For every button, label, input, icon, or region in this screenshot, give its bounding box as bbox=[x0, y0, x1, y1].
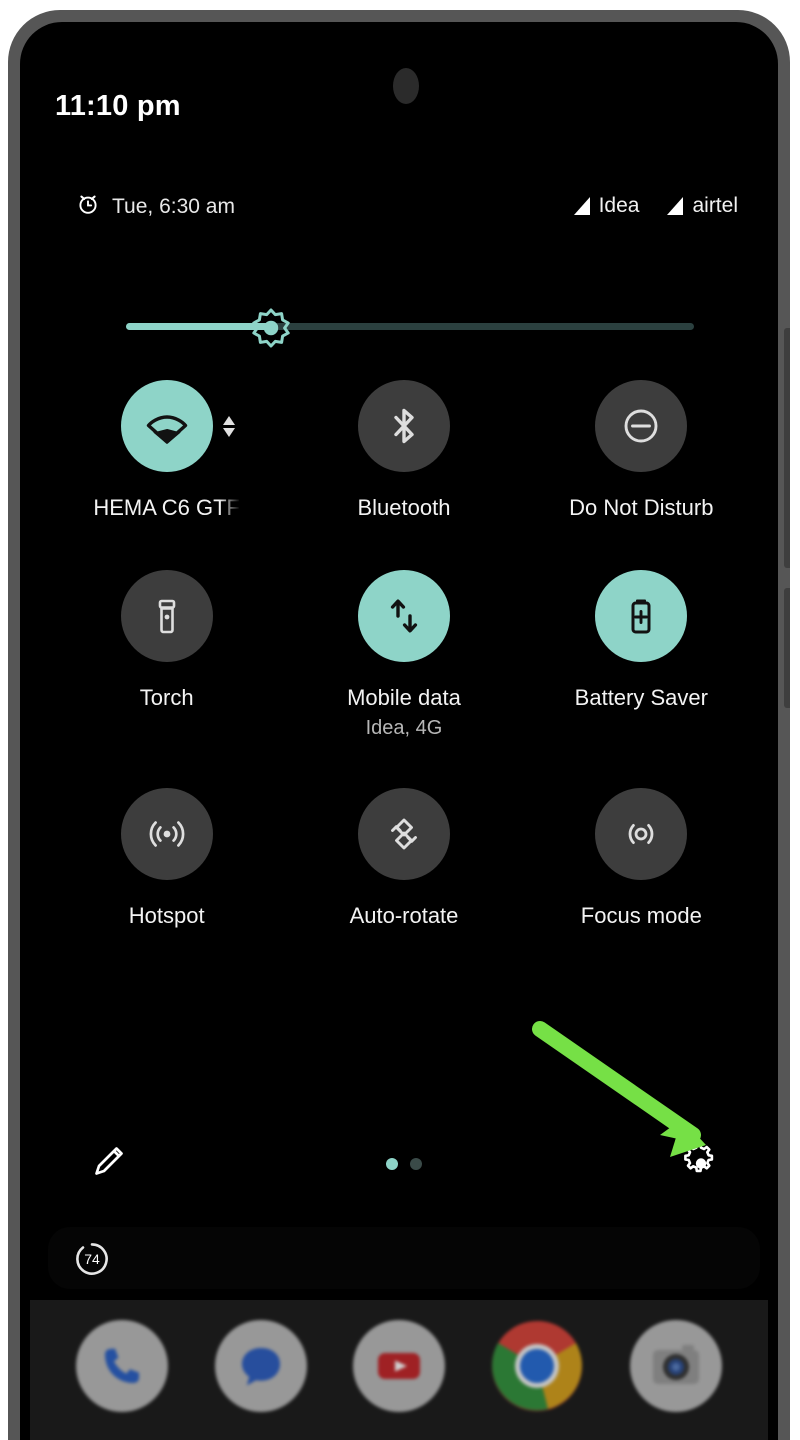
qs-tile-do-not-disturb[interactable]: Do Not Disturb bbox=[523, 380, 760, 522]
carrier-slot-1: Idea bbox=[573, 194, 640, 218]
qs-tile-bluetooth[interactable]: Bluetooth bbox=[285, 380, 522, 522]
signal-bars-icon bbox=[667, 197, 684, 215]
chevron-down-icon bbox=[222, 427, 235, 437]
page-dot-2[interactable] bbox=[410, 1158, 422, 1170]
qs-tile-battery-saver[interactable]: Battery Saver bbox=[523, 569, 760, 741]
chevron-up-icon bbox=[222, 415, 235, 425]
qs-tile-label-bluetooth: Bluetooth bbox=[357, 495, 451, 520]
mobile-data-icon[interactable] bbox=[357, 569, 450, 662]
settings-button[interactable] bbox=[680, 1141, 722, 1188]
qs-tile-label-wifi: HEMA C6 GTF bbox=[93, 495, 240, 520]
quick-settings-header: Tue, 6:30 am Idea airtel bbox=[48, 192, 760, 232]
dock-app-phone[interactable] bbox=[76, 1320, 169, 1412]
tile-icon-row bbox=[48, 788, 285, 880]
alarm-indicator[interactable]: Tue, 6:30 am bbox=[76, 192, 235, 221]
tile-icon-row bbox=[523, 569, 760, 662]
page-dot-1[interactable] bbox=[386, 1158, 398, 1170]
qs-tile-label-mobile-data: Mobile data bbox=[347, 684, 461, 710]
flashlight-icon[interactable] bbox=[120, 569, 213, 662]
wifi-expand-chevrons[interactable] bbox=[222, 415, 235, 437]
brightness-slider[interactable] bbox=[126, 307, 694, 349]
volume-button[interactable] bbox=[784, 328, 790, 568]
qs-tile-mobile-data[interactable]: Mobile data Idea, 4G bbox=[285, 569, 522, 741]
dock-app-messages[interactable] bbox=[214, 1320, 307, 1412]
phone-screen: 11:10 pm Tue, 6:30 am Idea airtel HEMA C… bbox=[30, 32, 768, 1440]
qs-tile-label-hotspot: Hotspot bbox=[128, 903, 205, 928]
hotspot-icon[interactable] bbox=[120, 788, 213, 880]
qs-tile-label-torch: Torch bbox=[139, 684, 194, 710]
circle-progress-badge-icon: 74 bbox=[74, 1241, 110, 1277]
home-screen-area bbox=[30, 1300, 768, 1440]
alarm-clock-icon bbox=[76, 192, 100, 221]
tile-icon-row bbox=[523, 788, 760, 880]
alarm-time-label: Tue, 6:30 am bbox=[112, 194, 235, 218]
qs-tile-sublabel-mobile-data: Idea, 4G bbox=[365, 717, 443, 739]
brightness-sun-icon[interactable] bbox=[250, 307, 292, 349]
page-indicator-dots bbox=[48, 1158, 760, 1170]
tile-icon-row bbox=[48, 569, 285, 662]
tile-icon-row bbox=[523, 380, 760, 472]
focus-mode-icon[interactable] bbox=[595, 788, 688, 880]
chrome-icon bbox=[492, 1320, 583, 1411]
qs-tile-label-auto-rotate: Auto-rotate bbox=[349, 903, 459, 928]
phone-frame: 11:10 pm Tue, 6:30 am Idea airtel HEMA C… bbox=[8, 10, 790, 1440]
qs-tile-label-do-not-disturb: Do Not Disturb bbox=[569, 495, 714, 520]
carrier-slot-2: airtel bbox=[667, 194, 738, 218]
youtube-icon bbox=[377, 1353, 420, 1379]
tile-icon-row bbox=[285, 380, 522, 472]
status-bar-clock: 11:10 pm bbox=[55, 90, 181, 122]
qs-tile-wifi[interactable]: HEMA C6 GTF bbox=[48, 380, 285, 522]
phone-icon bbox=[105, 1348, 140, 1383]
quick-settings-panel: Tue, 6:30 am Idea airtel HEMA C6 GTF Blu… bbox=[48, 152, 760, 1217]
front-camera-punch-hole bbox=[393, 68, 419, 104]
messages-icon bbox=[241, 1348, 280, 1386]
dock-app-chrome[interactable] bbox=[491, 1320, 583, 1412]
carrier-indicators: Idea airtel bbox=[573, 194, 738, 218]
svg-text:74: 74 bbox=[84, 1251, 100, 1267]
dock-app-camera[interactable] bbox=[629, 1320, 722, 1412]
dock-app-youtube[interactable] bbox=[352, 1320, 445, 1412]
qs-tile-auto-rotate[interactable]: Auto-rotate bbox=[285, 788, 522, 930]
camera-icon bbox=[652, 1345, 699, 1384]
auto-rotate-icon[interactable] bbox=[357, 788, 450, 880]
tile-icon-row bbox=[48, 380, 285, 472]
wifi-icon[interactable] bbox=[120, 380, 213, 472]
quick-settings-tile-grid: HEMA C6 GTF Bluetooth Do Not Disturb Tor… bbox=[48, 380, 760, 930]
signal-bars-icon bbox=[573, 197, 590, 215]
carrier-name-1: Idea bbox=[598, 194, 640, 217]
gear-settings-icon bbox=[680, 1142, 722, 1187]
pencil-edit-icon bbox=[88, 1146, 128, 1186]
qs-tile-hotspot[interactable]: Hotspot bbox=[48, 788, 285, 930]
do-not-disturb-icon[interactable] bbox=[595, 380, 688, 472]
qs-tile-focus-mode[interactable]: Focus mode bbox=[523, 788, 760, 930]
qs-tile-label-focus-mode: Focus mode bbox=[580, 903, 702, 928]
tile-icon-row bbox=[285, 788, 522, 880]
carrier-name-2: airtel bbox=[692, 194, 738, 217]
qs-tile-label-battery-saver: Battery Saver bbox=[574, 684, 708, 710]
qs-tile-torch[interactable]: Torch bbox=[48, 569, 285, 741]
app-dock bbox=[30, 1320, 768, 1412]
quick-settings-footer bbox=[48, 1129, 760, 1199]
battery-saver-icon[interactable] bbox=[595, 569, 688, 662]
power-button[interactable] bbox=[784, 588, 790, 708]
bluetooth-icon[interactable] bbox=[357, 380, 450, 472]
tile-icon-row bbox=[285, 569, 522, 662]
notification-shade-strip[interactable]: 74 bbox=[48, 1227, 760, 1289]
